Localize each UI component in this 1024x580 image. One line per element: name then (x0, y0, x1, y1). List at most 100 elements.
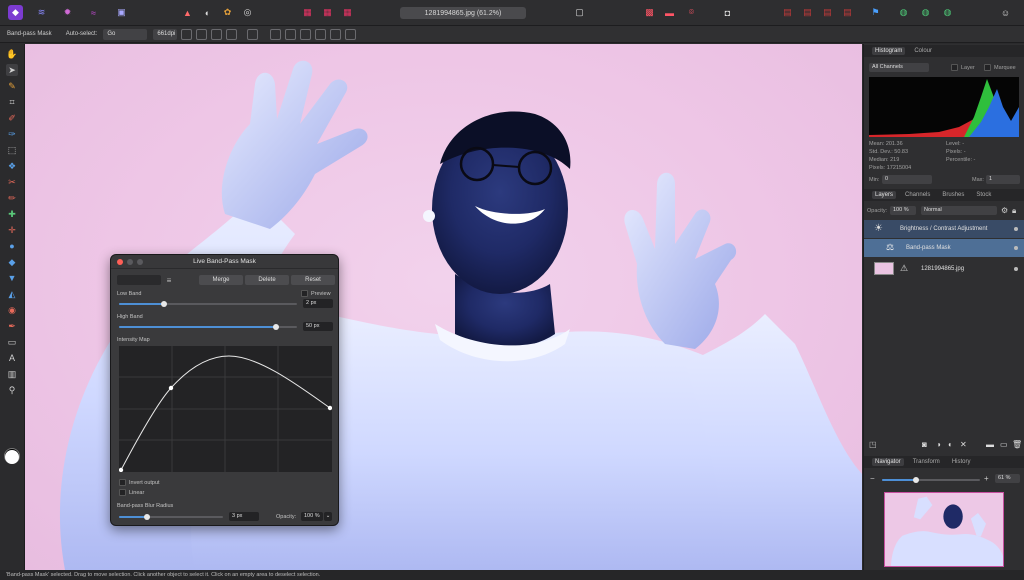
flip-horizontal-icon[interactable] (211, 28, 223, 40)
auto-white-balance-icon[interactable]: ◎ (240, 5, 255, 20)
min-field[interactable]: 0 (882, 175, 932, 184)
brush-icon[interactable]: ✐ (6, 112, 18, 124)
layer-checkbox[interactable] (951, 64, 958, 71)
marquee-checkbox[interactable] (984, 64, 991, 71)
lock-icon[interactable]: 🔒︎ (1012, 206, 1016, 216)
linear-checkbox[interactable] (119, 489, 126, 496)
arrange-icon-1[interactable]: ▤ (780, 5, 795, 20)
visibility-icon[interactable] (1014, 227, 1018, 231)
dpi-field[interactable]: 661dpi (153, 28, 178, 40)
align-left-icon[interactable] (270, 28, 282, 40)
zoom-window-icon[interactable] (137, 259, 143, 265)
add-layer-icon[interactable]: ▭ (1000, 440, 1008, 449)
text-icon[interactable]: A (6, 352, 18, 364)
group-icon[interactable]: ▬ (986, 440, 994, 449)
curve-point[interactable] (168, 385, 174, 391)
arrange-icon-3[interactable]: ▤ (820, 5, 835, 20)
zoom-out-icon[interactable]: − (870, 474, 875, 483)
dodge-icon[interactable]: ✛ (6, 224, 18, 236)
reset-button[interactable]: Reset (291, 275, 335, 285)
layer-opacity-field[interactable]: 100 % (890, 206, 916, 215)
tab-layers[interactable]: Layers (872, 191, 897, 199)
blur-radius-slider[interactable] (119, 514, 223, 520)
zoom-in-icon[interactable]: + (984, 474, 989, 483)
blur-radius-field[interactable]: 3 px (229, 512, 259, 521)
fill-icon[interactable]: ▼ (6, 272, 18, 284)
persona-develop-icon[interactable]: ✹ (60, 5, 75, 20)
move-icon[interactable]: ➤ (6, 64, 18, 76)
low-band-slider[interactable] (119, 301, 297, 307)
navigator-preview[interactable] (884, 492, 1004, 567)
persona-export-icon[interactable]: ▣ (114, 5, 129, 20)
high-band-slider[interactable] (119, 324, 297, 330)
layer-row-band-pass-mask[interactable]: ⚖ Band-pass Mask (864, 239, 1024, 257)
rotate-icon[interactable] (247, 28, 259, 40)
blend-mode-dropdown[interactable]: Normal (921, 206, 997, 215)
preset-menu-icon[interactable]: ≡ (165, 275, 173, 285)
close-icon[interactable] (117, 259, 123, 265)
intensity-map-curve[interactable] (118, 346, 333, 473)
tab-brushes[interactable]: Brushes (939, 191, 967, 199)
layer-row-image[interactable]: ⚠ 1281994865.jpg (864, 260, 1024, 278)
flip-vertical-icon[interactable] (226, 28, 238, 40)
document-title[interactable]: 1281994865.jpg (61.2%) (400, 7, 526, 19)
opacity-field[interactable]: 100 % (301, 512, 323, 521)
zoom-slider-handle[interactable] (913, 477, 920, 483)
view-mode-icon[interactable]: ▢ (572, 5, 587, 20)
tab-history[interactable]: History (949, 458, 974, 466)
channel-dropdown[interactable]: All Channels (869, 63, 929, 72)
selection-icon-1[interactable]: ▦ (300, 5, 315, 20)
minimize-icon[interactable] (127, 259, 133, 265)
max-field[interactable]: 1 (986, 175, 1020, 184)
paint-icon[interactable]: ❖ (6, 160, 18, 172)
tab-transform[interactable]: Transform (910, 458, 943, 466)
arrange-icon-2[interactable]: ▤ (800, 5, 815, 20)
high-band-field[interactable]: 50 px (303, 322, 333, 331)
pen-icon[interactable]: ✎ (6, 80, 18, 92)
hand-icon[interactable]: ✋ (6, 48, 18, 60)
retouch-icon[interactable]: ✚ (6, 208, 18, 220)
curve-point[interactable] (327, 405, 333, 411)
tab-stock[interactable]: Stock (973, 191, 994, 199)
mask-icon[interactable]: ▩ (642, 5, 657, 20)
dialog-titlebar[interactable]: Live Band-Pass Mask (111, 255, 338, 269)
arrange-icon-4[interactable]: ▤ (840, 5, 855, 20)
merge-button[interactable]: Merge (199, 275, 243, 285)
selection-brush-icon[interactable]: ✑ (6, 128, 18, 140)
smudge-icon[interactable]: ● (6, 240, 18, 252)
align-icon[interactable]: ⚑ (868, 5, 883, 20)
trash-icon[interactable]: 🗑︎ (1012, 440, 1022, 449)
layer-settings-icon[interactable]: ⚙ (1001, 206, 1008, 215)
low-band-field[interactable]: 2 px (303, 299, 333, 308)
curve-point[interactable] (118, 467, 124, 473)
adjustment-layer-icon[interactable]: ◑ (936, 440, 941, 449)
zoom-icon[interactable]: ⚲ (6, 384, 18, 396)
preview-checkbox[interactable] (301, 290, 308, 297)
clone-icon[interactable]: ✏ (6, 192, 18, 204)
low-band-slider-handle[interactable] (160, 301, 167, 307)
colour-well-primary[interactable] (5, 450, 19, 464)
align-center-icon[interactable] (285, 28, 297, 40)
tab-navigator[interactable]: Navigator (872, 458, 904, 466)
selection-icon-3[interactable]: ▦ (340, 5, 355, 20)
boolean-icon-2[interactable]: ◍ (918, 5, 933, 20)
erase-icon[interactable]: ✂ (6, 176, 18, 188)
persona-tone-map-icon[interactable]: ≈ (86, 5, 101, 20)
assistant-icon[interactable]: ▲ (180, 5, 195, 20)
blur-radius-slider-handle[interactable] (144, 514, 151, 520)
opacity-dropdown-icon[interactable]: ⌄ (324, 512, 332, 521)
account-icon[interactable]: ☺ (998, 5, 1013, 20)
transform-origin-icon[interactable] (181, 28, 193, 40)
align-bottom-icon[interactable] (345, 28, 357, 40)
tab-histogram[interactable]: Histogram (872, 47, 906, 55)
visibility-icon[interactable] (1014, 246, 1018, 250)
layer-options-icon[interactable]: ◳ (869, 440, 877, 449)
auto-levels-icon[interactable]: ◐ (200, 5, 215, 20)
fx-icon[interactable]: ✕ (960, 440, 967, 449)
invert-output-checkbox[interactable] (119, 479, 126, 486)
red-eye-icon[interactable]: ◉ (6, 304, 18, 316)
shape-icon[interactable]: ▭ (6, 336, 18, 348)
align-top-icon[interactable] (315, 28, 327, 40)
gradient-icon[interactable]: ◭ (6, 288, 18, 300)
align-middle-icon[interactable] (330, 28, 342, 40)
